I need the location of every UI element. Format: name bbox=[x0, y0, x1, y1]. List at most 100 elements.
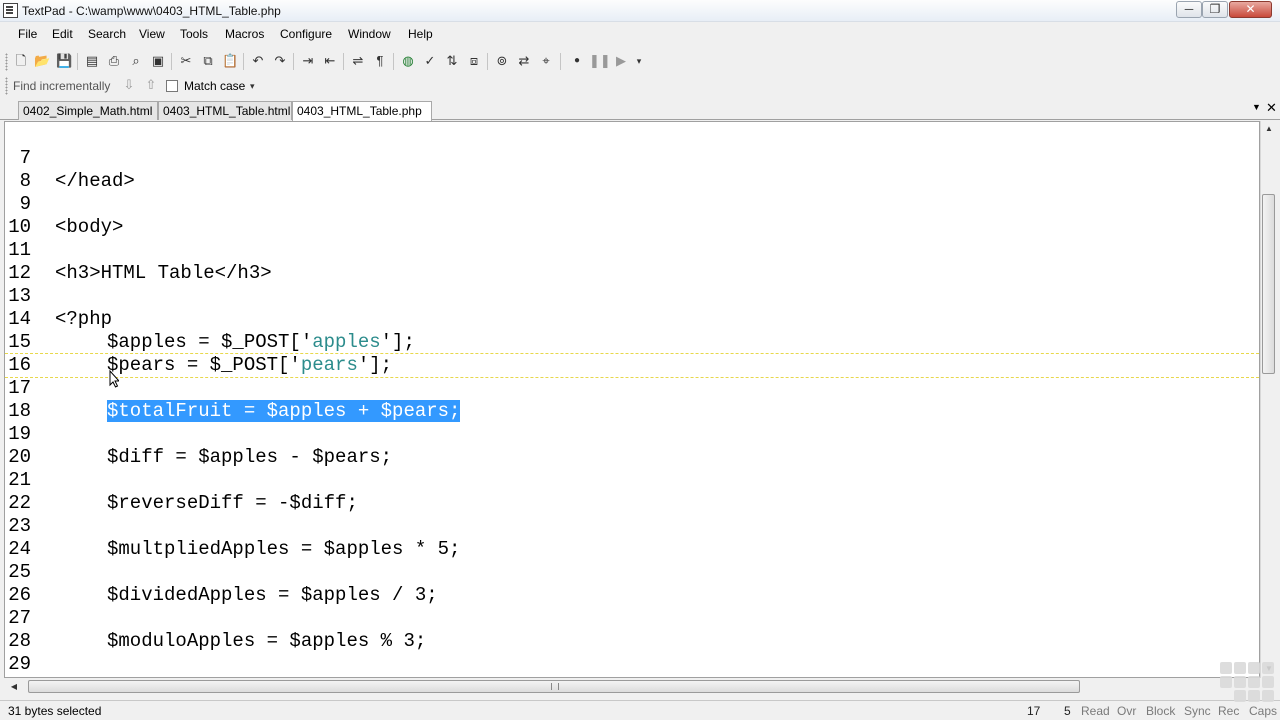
find-incrementally-input[interactable] bbox=[10, 77, 118, 95]
menu-configure[interactable]: Configure bbox=[280, 27, 332, 41]
undo-icon[interactable]: ↶ bbox=[250, 53, 266, 69]
toolbar-separator bbox=[343, 53, 344, 70]
menu-macros[interactable]: Macros bbox=[225, 27, 264, 41]
replace-icon[interactable]: ⇄ bbox=[516, 53, 532, 69]
toolbar-separator bbox=[393, 53, 394, 70]
current-code-line: 17 $totalFruit = $apples + $pears; bbox=[5, 353, 1259, 422]
code-line: 23 $multpliedApples = $apples * 5; bbox=[5, 492, 1259, 560]
menu-window[interactable]: Window bbox=[348, 27, 391, 41]
standard-toolbar: 🗋 📂 💾 ▤ ⎙ ⌕ ▣ ✂ ⧉ 📋 ↶ ↷ ⇥ ⇤ ⇌ ¶ ◍ ✓ ⇅ ⧈ … bbox=[0, 48, 1280, 74]
findbar-options-icon[interactable]: ▾ bbox=[250, 81, 255, 92]
findbar-grip[interactable] bbox=[5, 77, 8, 95]
tab-0402-simple-math-html[interactable]: 0402_Simple_Math.html bbox=[18, 101, 158, 120]
code-line: 28 bbox=[5, 607, 1259, 652]
sort-icon[interactable]: ⇅ bbox=[444, 53, 460, 69]
record-macro-icon[interactable]: ● bbox=[569, 53, 585, 69]
save-icon[interactable]: 💾 bbox=[56, 53, 72, 69]
match-case-checkbox[interactable] bbox=[166, 80, 178, 92]
print-preview-icon[interactable]: ⌕ bbox=[128, 53, 144, 69]
status-message: 31 bytes selected bbox=[8, 704, 102, 718]
toolbar-grip[interactable] bbox=[5, 53, 8, 71]
window-title: TextPad - C:\wamp\www\0403_HTML_Table.ph… bbox=[22, 4, 281, 18]
horizontal-scrollbar[interactable]: ◀ bbox=[4, 678, 1260, 696]
menu-bar: File Edit Search View Tools Macros Confi… bbox=[0, 24, 1280, 45]
menu-search[interactable]: Search bbox=[88, 27, 126, 41]
code-line: 11 <h3>HTML Table</h3> bbox=[5, 216, 1259, 284]
find-next-down-icon[interactable]: ⇩ bbox=[122, 77, 136, 94]
code-line: 25 $dividedApples = $apples / 3; bbox=[5, 538, 1259, 606]
status-line-number: 17 bbox=[1027, 704, 1041, 718]
title-bar: TextPad - C:\wamp\www\0403_HTML_Table.ph… bbox=[0, 0, 1280, 22]
code-line: 13 <?php bbox=[5, 262, 1259, 330]
menu-view[interactable]: View bbox=[139, 27, 165, 41]
status-bar: 31 bytes selected 17 5 Read Ovr Block Sy… bbox=[0, 700, 1280, 720]
print-icon[interactable]: ⎙ bbox=[106, 53, 122, 69]
tab-list-dropdown-icon[interactable]: ▼ bbox=[1252, 102, 1261, 112]
cut-icon[interactable]: ✂ bbox=[178, 53, 194, 69]
menu-tools[interactable]: Tools bbox=[180, 27, 208, 41]
code-line: 15 $pears = $_POST['pears']; bbox=[5, 308, 1259, 376]
code-line: 9 <body> bbox=[5, 170, 1259, 238]
close-document-icon[interactable]: ✕ bbox=[1266, 100, 1277, 116]
textpad-app-icon[interactable] bbox=[3, 3, 18, 18]
word-wrap-icon[interactable]: ⇌ bbox=[350, 53, 366, 69]
properties-icon[interactable]: ▣ bbox=[150, 53, 166, 69]
code-line: 12 bbox=[5, 239, 1259, 284]
visible-spaces-icon[interactable]: ¶ bbox=[372, 53, 388, 69]
code-editor[interactable]: 7 </head> 8 9 <body> 10 11 <h3>HTML Tabl… bbox=[4, 121, 1260, 678]
status-block-mode: Block bbox=[1146, 704, 1176, 718]
code-line: 19 $diff = $apples - $pears; bbox=[5, 400, 1259, 468]
status-column-number: 5 bbox=[1064, 704, 1071, 718]
menu-help[interactable]: Help bbox=[408, 27, 433, 41]
tab-0403-html-table-html[interactable]: 0403_HTML_Table.html bbox=[158, 101, 292, 120]
toolbar-separator bbox=[293, 53, 294, 70]
scroll-up-icon[interactable]: ▲ bbox=[1261, 121, 1277, 137]
copy-icon[interactable]: ⧉ bbox=[200, 53, 216, 69]
code-line: 16 bbox=[5, 331, 1259, 376]
web-browser-icon[interactable]: ◍ bbox=[400, 53, 416, 69]
status-overwrite-mode: Ovr bbox=[1117, 704, 1137, 718]
pause-macro-icon[interactable]: ❚❚ bbox=[589, 53, 611, 69]
outdent-icon[interactable]: ⇤ bbox=[322, 53, 338, 69]
find-icon[interactable]: ⊚ bbox=[494, 53, 510, 69]
open-file-icon[interactable]: 📂 bbox=[34, 53, 50, 69]
horizontal-scroll-thumb[interactable] bbox=[28, 680, 1080, 693]
close-button[interactable]: ✕ bbox=[1229, 1, 1272, 18]
document-tab-bar: 0402_Simple_Math.html 0403_HTML_Table.ht… bbox=[0, 100, 1280, 121]
match-case-label: Match case bbox=[184, 79, 246, 93]
mouse-cursor-icon bbox=[109, 370, 119, 388]
find-toolbar: ⇩ ⇧ Match case ▾ bbox=[0, 75, 1280, 97]
spelling-check-icon[interactable]: ✓ bbox=[422, 53, 438, 69]
redo-icon[interactable]: ↷ bbox=[272, 53, 288, 69]
maximize-button[interactable]: ❐ bbox=[1202, 1, 1228, 18]
compare-files-icon[interactable]: ⧈ bbox=[466, 53, 482, 69]
code-line: 26 bbox=[5, 561, 1259, 606]
tab-0403-html-table-php[interactable]: 0403_HTML_Table.php bbox=[292, 101, 432, 121]
new-file-icon[interactable]: 🗋 bbox=[13, 53, 29, 69]
vertical-scrollbar[interactable]: ▲ ▼ bbox=[1260, 121, 1276, 678]
play-macro-icon[interactable]: ▶ bbox=[613, 53, 629, 69]
scroll-left-icon[interactable]: ◀ bbox=[6, 678, 22, 696]
find-in-files-icon[interactable]: ⌖ bbox=[538, 53, 554, 69]
code-line: 30 bbox=[5, 653, 1259, 677]
toolbar-separator bbox=[77, 53, 78, 70]
code-line: 22 bbox=[5, 469, 1259, 514]
minimize-button[interactable]: ─ bbox=[1176, 1, 1202, 18]
vertical-scroll-thumb[interactable] bbox=[1262, 194, 1275, 374]
toolbar-separator bbox=[560, 53, 561, 70]
menu-file[interactable]: File bbox=[18, 27, 37, 41]
find-previous-up-icon[interactable]: ⇧ bbox=[144, 77, 158, 94]
toolbar-options-icon[interactable]: ▾ bbox=[631, 53, 647, 69]
indent-icon[interactable]: ⇥ bbox=[300, 53, 316, 69]
code-line: 18 bbox=[5, 377, 1259, 422]
status-read-mode: Read bbox=[1081, 704, 1110, 718]
toolbar-separator bbox=[171, 53, 172, 70]
scroll-grip-icon bbox=[551, 683, 559, 690]
save-all-icon[interactable]: ▤ bbox=[84, 53, 100, 69]
paste-icon[interactable]: 📋 bbox=[222, 53, 238, 69]
code-line: 8 bbox=[5, 147, 1259, 192]
menu-edit[interactable]: Edit bbox=[52, 27, 73, 41]
code-line: 14 $apples = $_POST['apples']; bbox=[5, 285, 1259, 353]
toolbar-separator bbox=[243, 53, 244, 70]
code-line: 29 ?> bbox=[5, 630, 1259, 677]
